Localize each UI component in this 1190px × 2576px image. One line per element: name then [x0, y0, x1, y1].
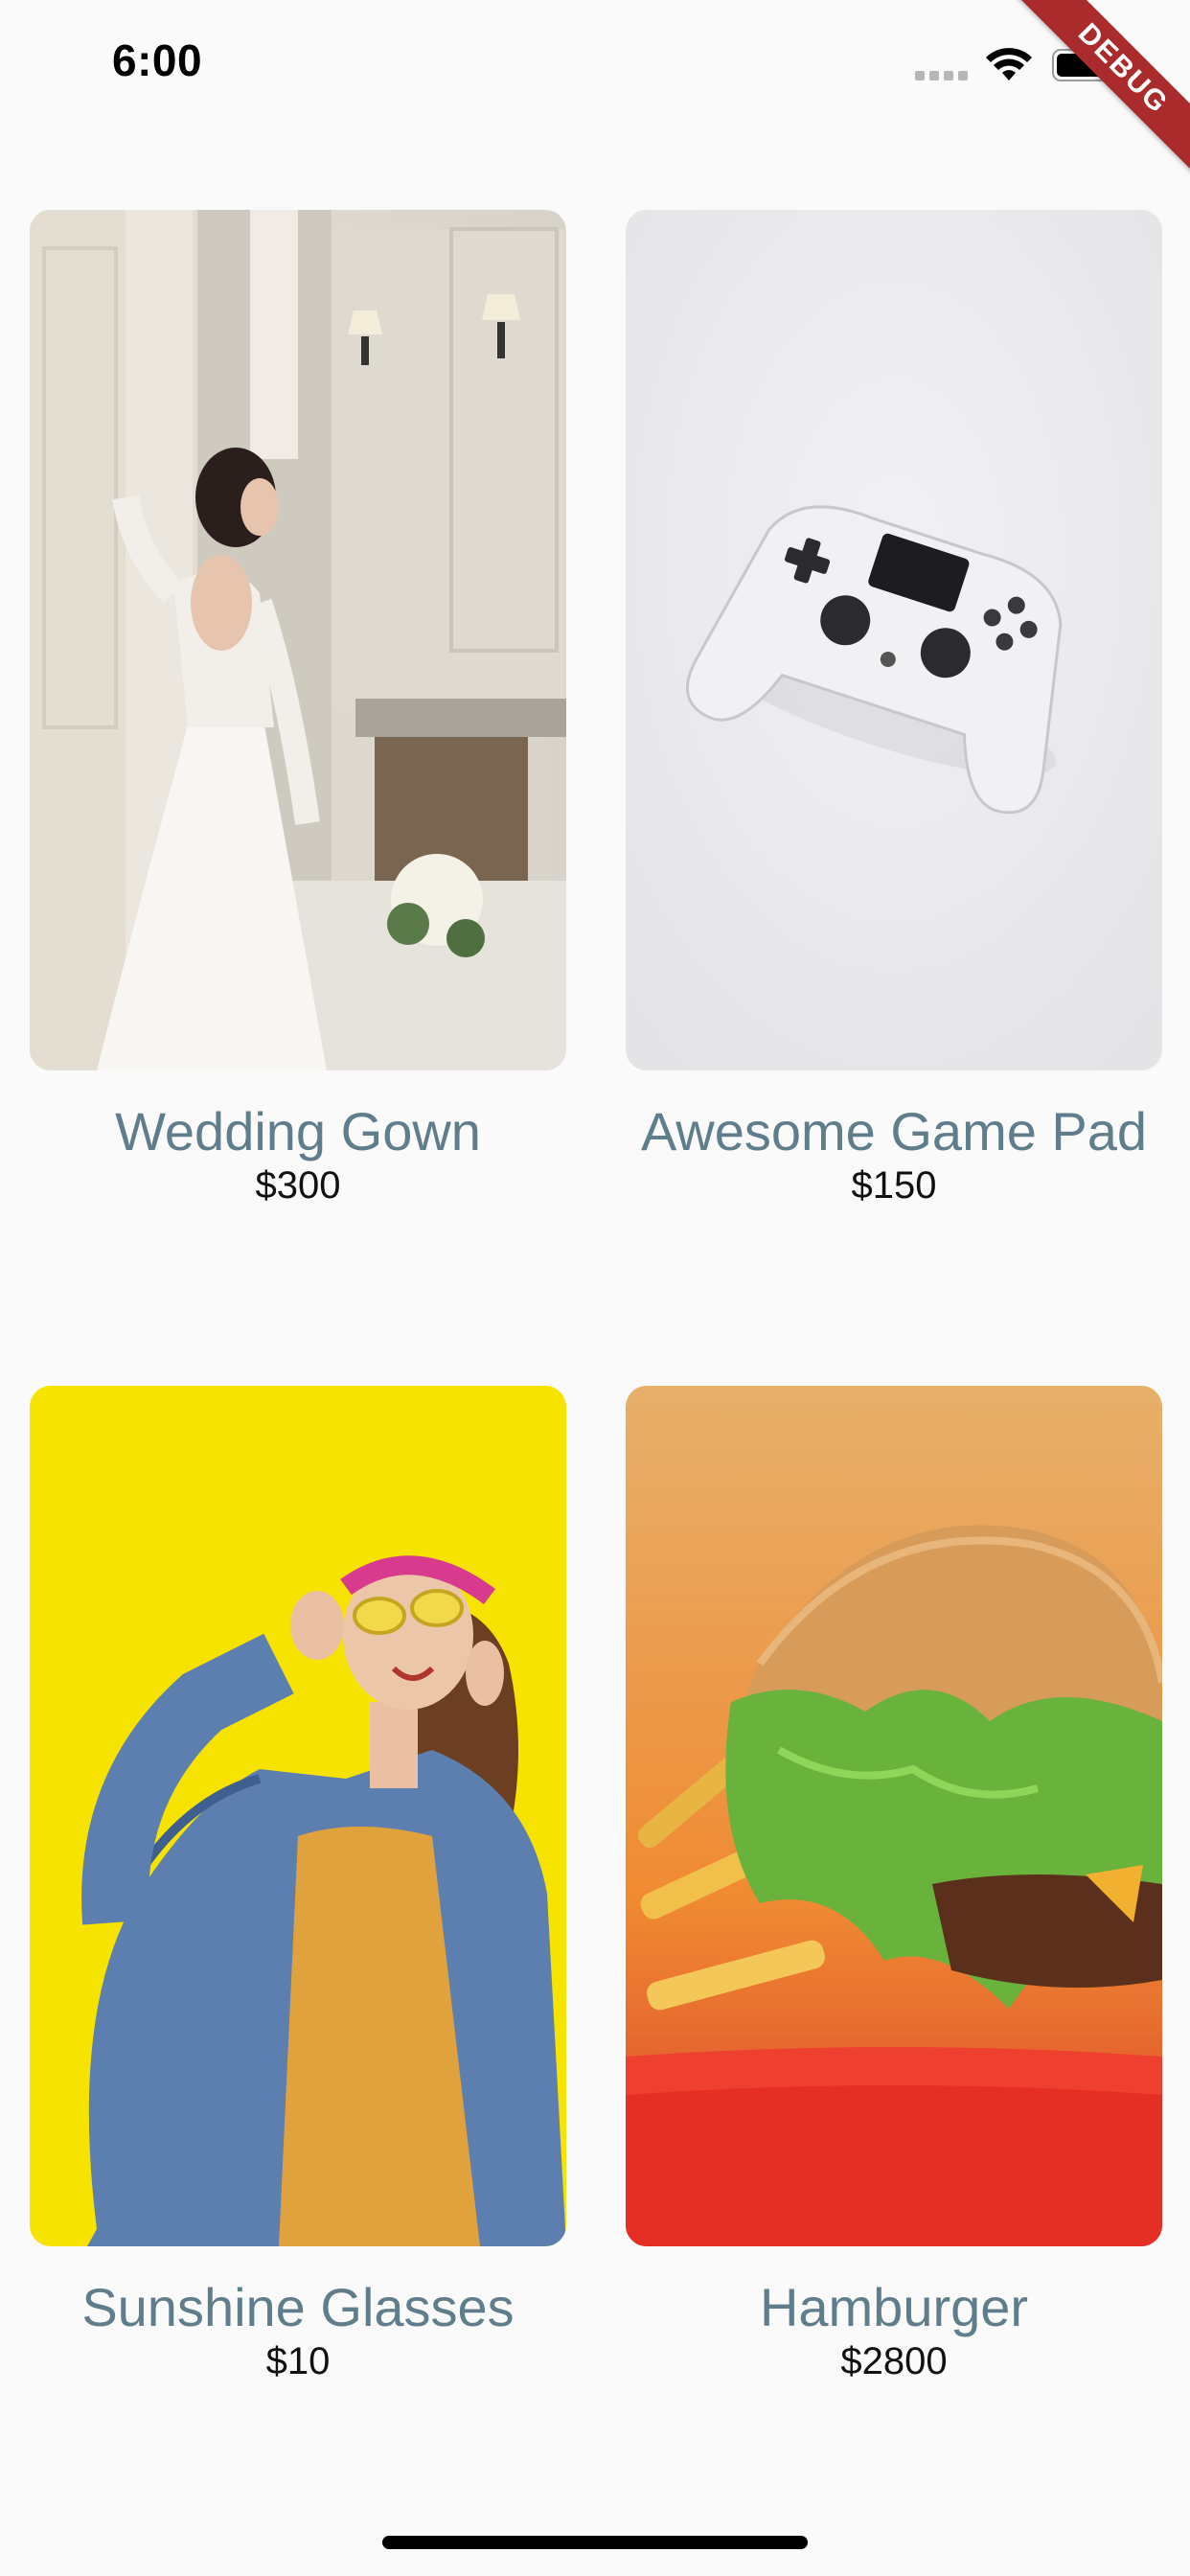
product-card-hamburger[interactable]: Hamburger $2800 — [626, 1386, 1162, 2384]
product-price: $300 — [255, 1164, 341, 1207]
hamburger-image[interactable] — [626, 1386, 1162, 2246]
product-card-wedding-gown[interactable]: Wedding Gown $300 — [30, 210, 566, 1208]
home-indicator[interactable] — [382, 2536, 808, 2549]
product-price: $150 — [851, 1164, 937, 1207]
sunshine-glasses-image[interactable] — [30, 1386, 566, 2246]
product-title: Wedding Gown — [115, 1101, 481, 1162]
product-title: Hamburger — [759, 2277, 1029, 2337]
product-grid: Wedding Gown $300 Awesome Game Pad $150 … — [0, 0, 1190, 2576]
game-pad-image[interactable] — [626, 210, 1162, 1070]
product-title: Awesome Game Pad — [640, 1101, 1148, 1162]
product-price: $2800 — [840, 2340, 948, 2382]
product-price: $10 — [265, 2340, 331, 2382]
product-card-sunshine-glasses[interactable]: Sunshine Glasses $10 — [30, 1386, 566, 2384]
product-card-game-pad[interactable]: Awesome Game Pad $150 — [626, 210, 1162, 1208]
wedding-gown-image[interactable] — [30, 210, 566, 1070]
product-title: Sunshine Glasses — [81, 2277, 515, 2337]
